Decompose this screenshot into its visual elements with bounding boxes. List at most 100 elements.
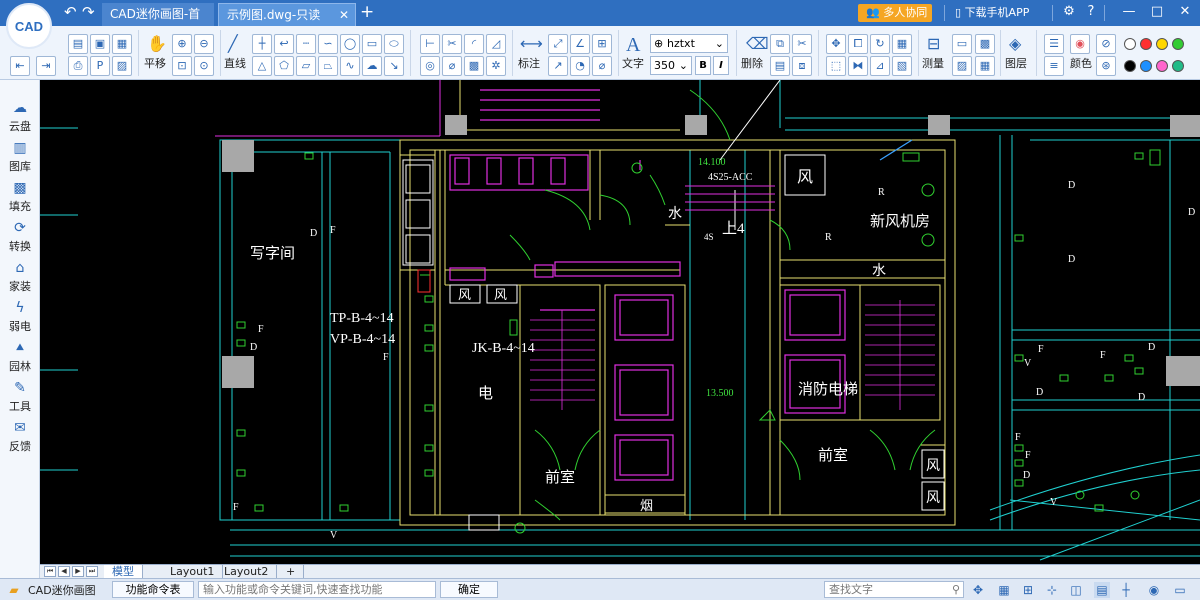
diameter-dim-icon[interactable]: ⌀ — [592, 56, 612, 76]
bold-button[interactable]: B — [695, 56, 711, 75]
move-icon[interactable]: ✥ — [826, 34, 846, 54]
sidebar-item-tools[interactable]: ✎ 工具 — [0, 378, 40, 418]
export-icon[interactable]: ⇥ — [36, 56, 56, 76]
snap-icon[interactable]: ✥ — [970, 582, 986, 598]
sidebar-item-home-decor[interactable]: ⌂ 家装 — [0, 258, 40, 298]
layer-label[interactable]: 图层 — [1005, 55, 1027, 71]
measure-icon[interactable]: ⊟ — [927, 34, 940, 53]
text-label[interactable]: 文字 — [622, 55, 644, 71]
add-layout-button[interactable]: + — [278, 565, 305, 578]
sidebar-item-fill[interactable]: ▩ 填充 — [0, 178, 40, 218]
sidebar-item-low-voltage[interactable]: ϟ 弱电 — [0, 298, 40, 338]
curve-icon[interactable]: ∽ — [318, 34, 338, 54]
table-icon[interactable]: ▦ — [975, 56, 995, 76]
last-layout-icon[interactable]: ⏭ — [86, 566, 98, 577]
font-size-select[interactable]: 350 ⌄ — [650, 56, 692, 75]
hand-icon[interactable]: ✋ — [147, 34, 167, 53]
explode-icon[interactable]: ✲ — [486, 56, 506, 76]
forward-icon[interactable]: ↷ — [82, 4, 95, 20]
layer-icon[interactable]: ◈ — [1009, 34, 1021, 53]
sidebar-item-gallery[interactable]: ▥ 图库 — [0, 138, 40, 178]
trim-icon[interactable]: ✂ — [442, 34, 462, 54]
pentagon-icon[interactable]: ⬠ — [274, 56, 294, 76]
collab-button[interactable]: 👥 多人协同 — [858, 4, 932, 22]
copy-icon[interactable]: ⧉ — [770, 34, 790, 54]
properties-icon[interactable]: ☰ — [1044, 34, 1064, 54]
help-icon[interactable]: ? — [1082, 3, 1100, 21]
arc-icon[interactable]: ↩ — [274, 34, 294, 54]
color-swatch[interactable] — [1172, 38, 1184, 50]
back-icon[interactable]: ↶ — [64, 4, 77, 20]
color-swatch[interactable] — [1124, 60, 1136, 72]
color-swatch[interactable] — [1156, 38, 1168, 50]
osnap-icon[interactable]: ◫ — [1068, 582, 1084, 598]
close-window-icon[interactable]: ✕ — [1176, 3, 1194, 21]
zoom-window-icon[interactable]: ⊡ — [172, 56, 192, 76]
print-icon[interactable]: ⎙ — [68, 56, 88, 76]
maximize-icon[interactable]: □ — [1148, 3, 1166, 21]
stretch-icon[interactable]: ⬚ — [826, 56, 846, 76]
save-as-icon[interactable]: ▦ — [112, 34, 132, 54]
tab-drawing[interactable]: 示例图.dwg-只读 ✕ — [218, 3, 356, 26]
hatch-icon[interactable]: ▩ — [464, 56, 484, 76]
sidebar-item-convert[interactable]: ⟳ 转换 — [0, 218, 40, 258]
command-input[interactable]: 输入功能或命令关键词,快速查找功能 — [198, 581, 436, 598]
prev-layout-icon[interactable]: ◀ — [58, 566, 70, 577]
picture-icon[interactable]: ▨ — [952, 56, 972, 76]
spline-icon[interactable]: ∿ — [340, 56, 360, 76]
pdf-icon[interactable]: P — [90, 56, 110, 76]
cut-icon[interactable]: ✂ — [792, 34, 812, 54]
color-label[interactable]: 颜色 — [1070, 55, 1092, 71]
zoom-out-icon[interactable]: ⊖ — [194, 34, 214, 54]
drawing-canvas[interactable]: 写字间 TP-B-4~14 VP-B-4~14 JK-B-4~14 电 前室 前… — [40, 80, 1200, 564]
line-label[interactable]: 直线 — [224, 55, 246, 71]
dim-label[interactable]: 标注 — [518, 55, 540, 71]
download-app-button[interactable]: ▯ 下载手机APP — [955, 4, 1029, 22]
confirm-button[interactable]: 确定 — [440, 581, 498, 598]
find-text-input[interactable]: 查找文字 ⚲ — [824, 581, 964, 598]
close-tab-icon[interactable]: ✕ — [339, 4, 349, 26]
aligned-dim-icon[interactable]: ⤢ — [548, 34, 568, 54]
linetype-icon[interactable]: ⊘ — [1096, 34, 1116, 54]
rectangle-icon[interactable]: ▭ — [362, 34, 382, 54]
zoom-extent-icon[interactable]: ⊙ — [194, 56, 214, 76]
offset-icon[interactable]: ◎ — [420, 56, 440, 76]
arrow-icon[interactable]: ↘ — [384, 56, 404, 76]
extend-icon[interactable]: ⊢ — [420, 34, 440, 54]
import-icon[interactable]: ⇤ — [10, 56, 30, 76]
color-swatch[interactable] — [1140, 60, 1152, 72]
rotate-icon[interactable]: ↻ — [870, 34, 890, 54]
italic-button[interactable]: I — [713, 56, 729, 75]
ellipse-icon[interactable]: ⬭ — [384, 34, 404, 54]
app-logo[interactable]: CAD — [6, 3, 52, 49]
triangle-icon[interactable]: △ — [252, 56, 272, 76]
next-layout-icon[interactable]: ▶ — [72, 566, 84, 577]
line-icon[interactable]: ╱ — [228, 34, 238, 53]
color-swatch[interactable] — [1124, 38, 1136, 50]
color-wheel-icon[interactable]: ◉ — [1070, 34, 1090, 54]
circle-icon[interactable]: ◯ — [340, 34, 360, 54]
array-icon[interactable]: ▦ — [892, 34, 912, 54]
zoom-in-icon[interactable]: ⊕ — [172, 34, 192, 54]
font-select[interactable]: ⊕ hztxt ⌄ — [650, 34, 728, 53]
color-swatch[interactable] — [1140, 38, 1152, 50]
tab-home[interactable]: CAD迷你画图-首页 — [102, 3, 214, 43]
search-icon[interactable]: ⚲ — [952, 582, 960, 597]
scale-icon[interactable]: ⧠ — [848, 34, 868, 54]
break-icon[interactable]: ⌀ — [442, 56, 462, 76]
angle-dim-icon[interactable]: ∠ — [570, 34, 590, 54]
area-icon[interactable]: ▭ — [952, 34, 972, 54]
trapezoid-icon[interactable]: ⏢ — [318, 56, 338, 76]
chamfer-icon[interactable]: ◿ — [486, 34, 506, 54]
color-swatch[interactable] — [1156, 60, 1168, 72]
cloud-line-icon[interactable]: ☁ — [362, 56, 382, 76]
clone-icon[interactable]: ⧈ — [792, 56, 812, 76]
radius-dim-icon[interactable]: ◔ — [570, 56, 590, 76]
color-wheel-icon[interactable]: ◉ — [1146, 582, 1162, 598]
save-icon[interactable]: ▣ — [90, 34, 110, 54]
measure-label[interactable]: 测量 — [922, 55, 944, 71]
command-list-button[interactable]: 功能命令表 — [112, 581, 194, 598]
polyline-icon[interactable]: ┼ — [252, 34, 272, 54]
sidebar-item-cloud[interactable]: ☁ 云盘 — [0, 98, 40, 138]
dash-line-icon[interactable]: ┄ — [296, 34, 316, 54]
